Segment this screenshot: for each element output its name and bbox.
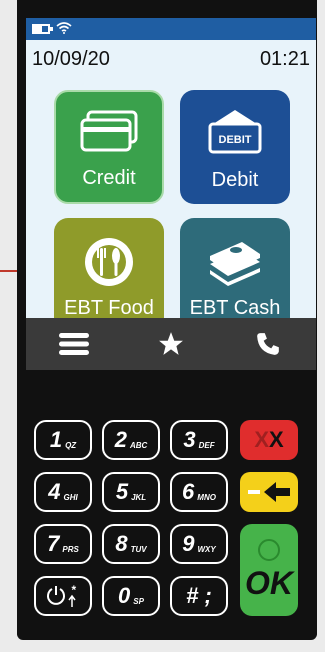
key-3[interactable]: 3 DEF — [170, 420, 228, 460]
cash-stack-icon — [202, 236, 268, 292]
backspace-arrow-icon — [248, 482, 290, 502]
key-hash[interactable]: # ; — [170, 576, 228, 616]
terminal-screen: 10/09/20 01:21 Credit DEBIT Debit EBT Fo… — [26, 18, 316, 370]
date-label: 10/09/20 — [32, 48, 110, 70]
credit-label: Credit — [82, 167, 136, 189]
clear-button[interactable] — [240, 472, 298, 512]
key-4[interactable]: 4 GHI — [34, 472, 92, 512]
status-led — [258, 538, 280, 561]
status-bar — [26, 18, 316, 40]
ok-label: OK — [245, 564, 293, 601]
key-9[interactable]: 9 WXY — [170, 524, 228, 564]
svg-text:DEBIT: DEBIT — [219, 134, 252, 146]
nav-bar — [26, 318, 316, 370]
key-5[interactable]: 5 JKL — [102, 472, 160, 512]
debit-card-icon: DEBIT — [204, 108, 266, 160]
phone-icon[interactable] — [243, 324, 293, 364]
debit-label: Debit — [211, 169, 259, 191]
ok-button[interactable]: OK — [240, 524, 298, 616]
time-label: 01:21 — [259, 48, 310, 70]
power-star-key[interactable]: * — [34, 576, 92, 616]
key-6[interactable]: 6 MNO — [170, 472, 228, 512]
ebt-food-tile[interactable]: EBT Food — [54, 218, 164, 332]
wifi-icon — [56, 22, 72, 36]
key-1[interactable]: 1 QZ — [34, 420, 92, 460]
key-8[interactable]: 8 TUV — [102, 524, 160, 564]
key-2[interactable]: 2 ABC — [102, 420, 160, 460]
menu-icon[interactable] — [49, 324, 99, 364]
key-7[interactable]: 7 PRS — [34, 524, 92, 564]
cancel-button[interactable]: XX — [240, 420, 298, 460]
debit-tile[interactable]: DEBIT Debit — [180, 90, 290, 204]
ebt-cash-tile[interactable]: EBT Cash — [180, 218, 290, 332]
battery-icon — [32, 24, 53, 34]
ebt-food-label: EBT Food — [64, 297, 154, 319]
power-icon: * — [47, 583, 77, 607]
key-0[interactable]: 0 SP — [102, 576, 160, 616]
food-plate-icon — [83, 236, 135, 294]
ebt-cash-label: EBT Cash — [189, 297, 281, 319]
credit-tile[interactable]: Credit — [54, 90, 164, 204]
credit-card-icon — [78, 110, 140, 158]
star-icon[interactable] — [146, 324, 196, 364]
